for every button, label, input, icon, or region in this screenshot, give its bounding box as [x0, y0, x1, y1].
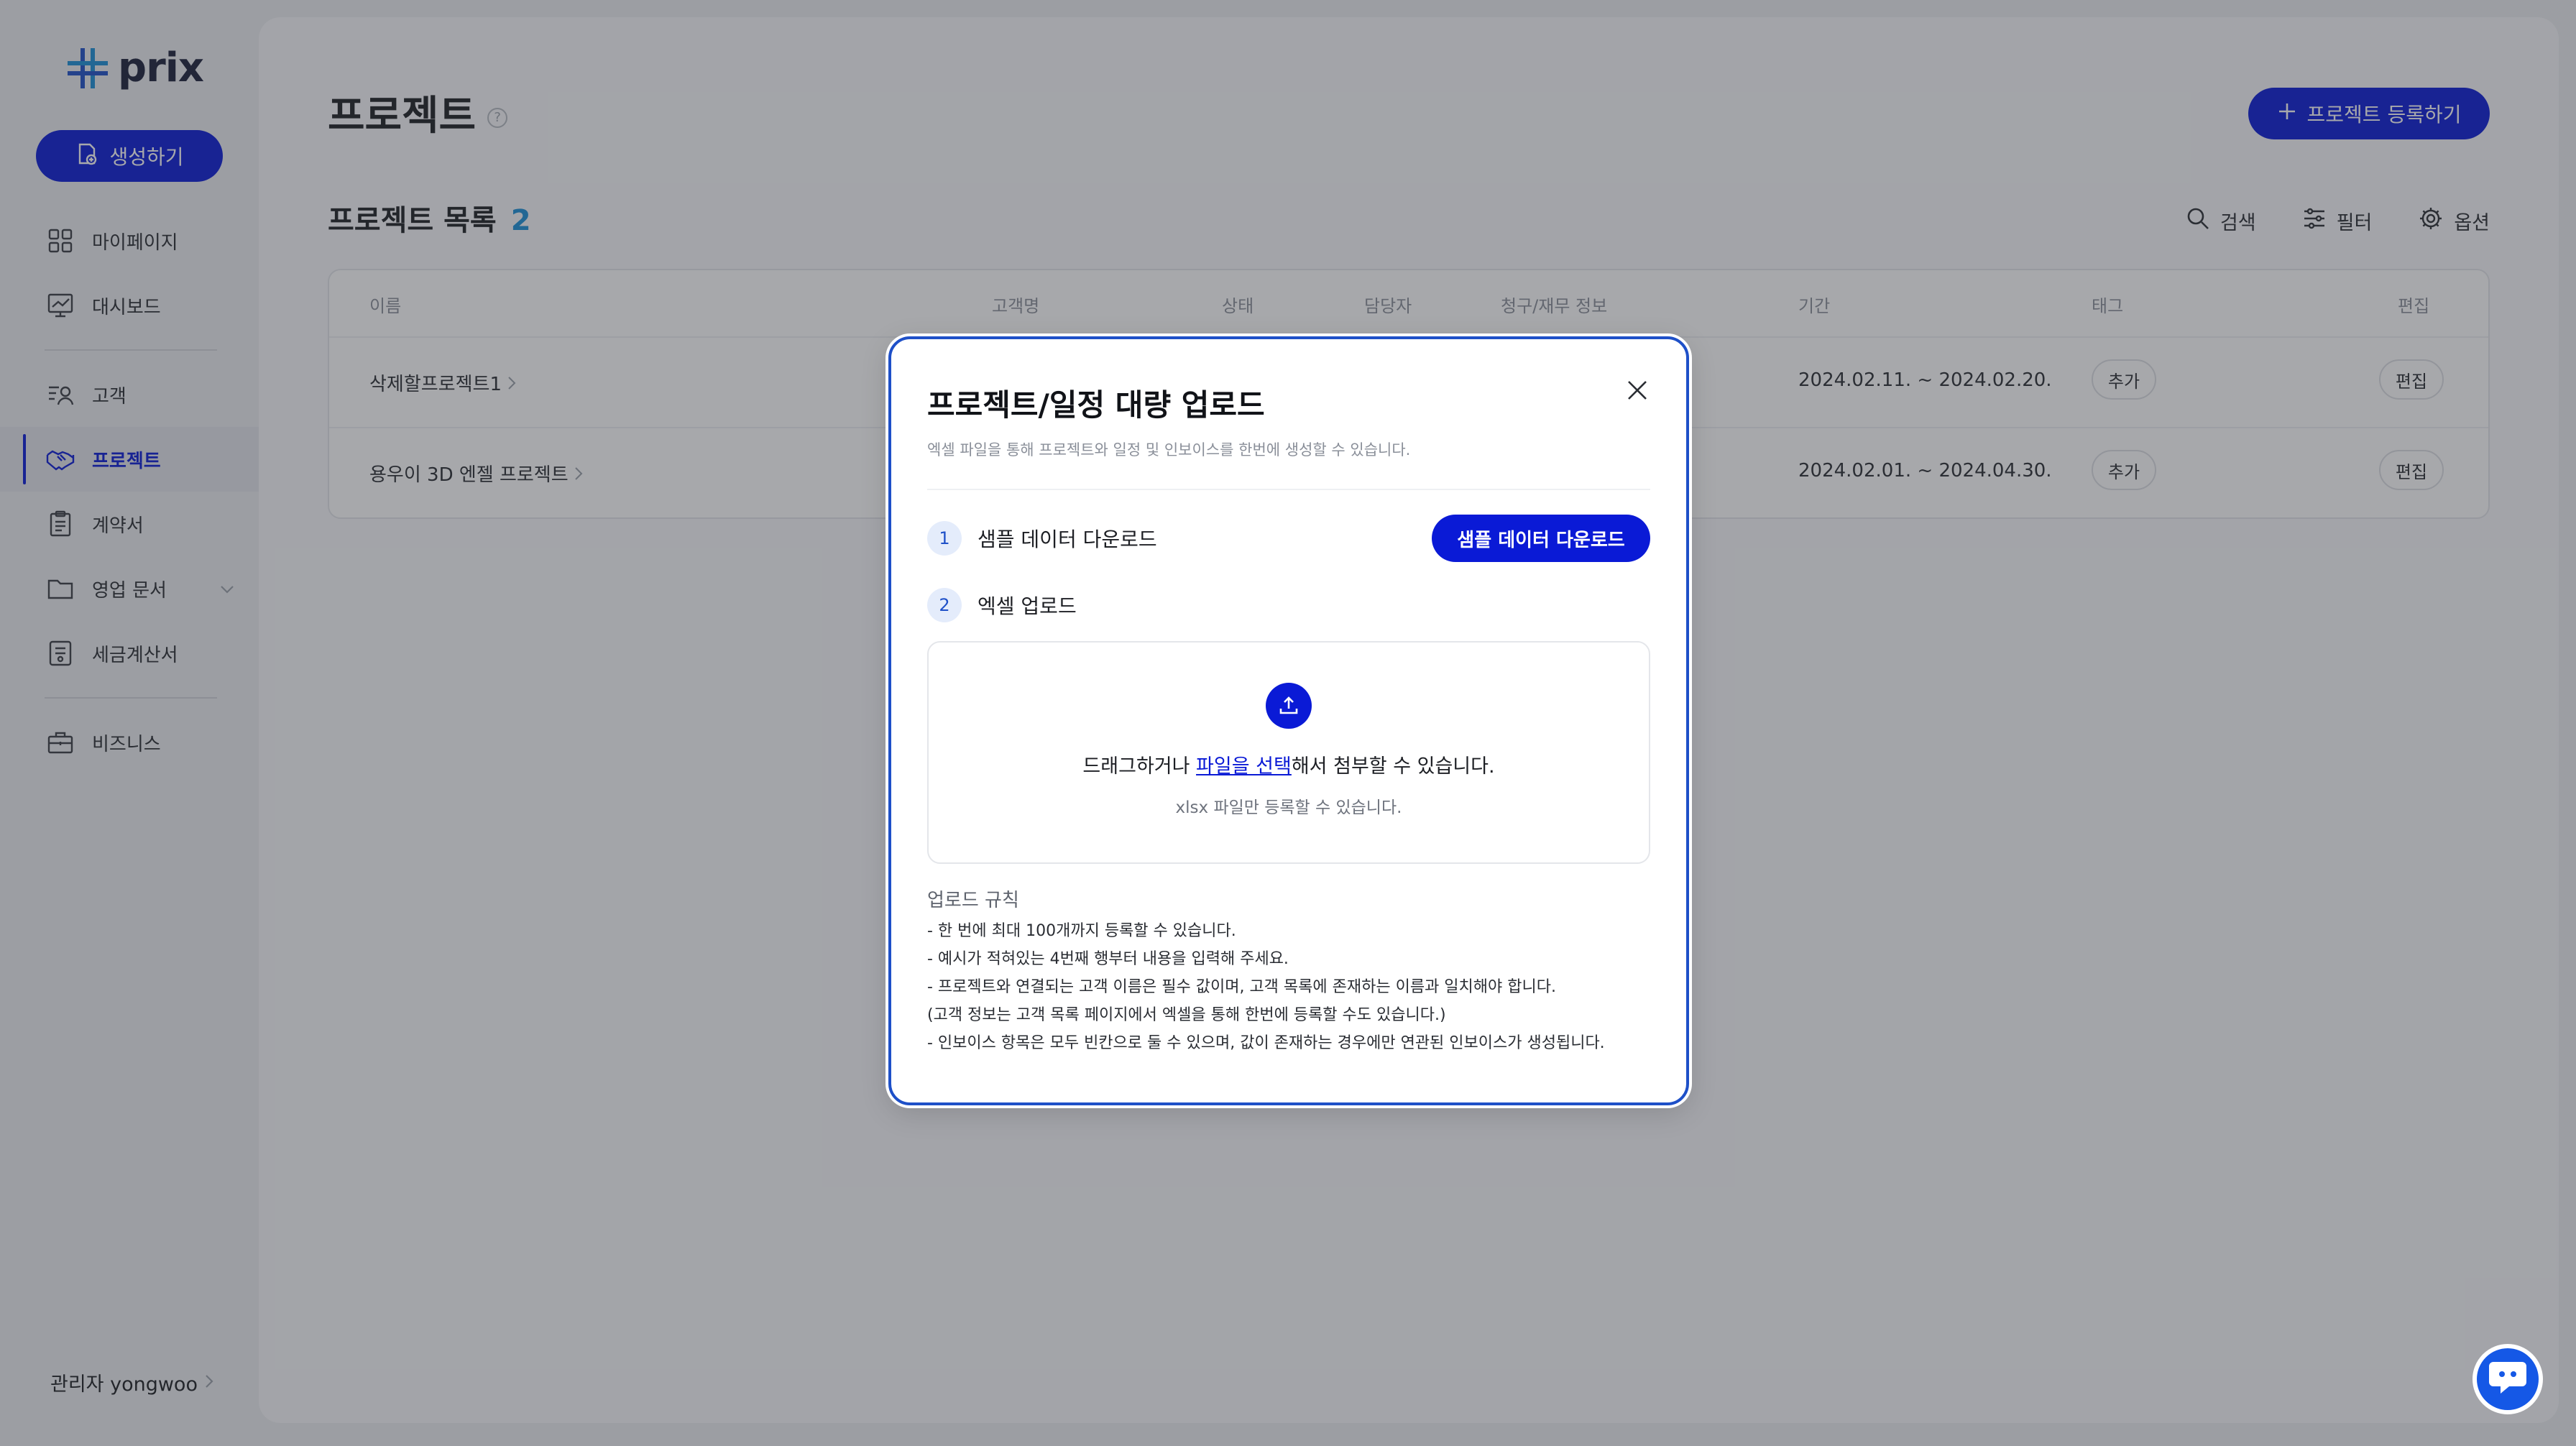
sample-download-button[interactable]: 샘플 데이터 다운로드: [1432, 515, 1650, 562]
upload-rules: - 한 번에 최대 100개까지 등록할 수 있습니다. - 예시가 적혀있는 …: [927, 917, 1605, 1057]
step-excel-upload: 2 엑셀 업로드: [927, 588, 1077, 622]
step-number: 1: [927, 521, 962, 556]
rule-item: (고객 정보는 고객 목록 페이지에서 엑셀을 통해 한번에 등록할 수도 있습…: [927, 1006, 1446, 1024]
step-number: 2: [927, 588, 962, 622]
rule-item: - 프로젝트와 연결되는 고객 이름은 필수 값이며, 고객 목록에 존재하는 …: [927, 978, 1556, 996]
dropzone-text: 드래그하거나 파일을 선택해서 첨부할 수 있습니다.: [929, 750, 1649, 778]
rule-item: - 예시가 적혀있는 4번째 행부터 내용을 입력해 주세요.: [927, 950, 1289, 968]
dropzone-prefix: 드래그하거나: [1082, 755, 1197, 778]
step-sample-download: 1 샘플 데이터 다운로드: [927, 521, 1157, 556]
modal-subtitle: 엑셀 파일을 통해 프로젝트와 일정 및 인보이스를 한번에 생성할 수 있습니…: [927, 441, 1411, 459]
step-label: 샘플 데이터 다운로드: [978, 528, 1157, 551]
file-dropzone[interactable]: 드래그하거나 파일을 선택해서 첨부할 수 있습니다. xlsx 파일만 등록할…: [927, 641, 1650, 864]
chat-support-button[interactable]: [2472, 1344, 2543, 1414]
close-icon: [1627, 379, 1648, 403]
upload-rules-title: 업로드 규칙: [927, 890, 1019, 911]
dropzone-hint: xlsx 파일만 등록할 수 있습니다.: [1175, 798, 1402, 817]
rule-item: - 인보이스 항목은 모두 빈칸으로 둘 수 있으며, 값이 존재하는 경우에만…: [927, 1034, 1605, 1052]
modal-divider: [927, 489, 1650, 490]
step-label: 엑셀 업로드: [978, 594, 1077, 618]
modal-title: 프로젝트/일정 대량 업로드: [927, 387, 1265, 423]
chat-bubble-icon: [2488, 1359, 2528, 1399]
app-root: prix 생성하기 마이페이지 대시보드 고객 프로젝트 계약서 영업 문서 세…: [0, 0, 2576, 1446]
dropzone-suffix: 해서 첨부할 수 있습니다.: [1291, 755, 1495, 778]
select-file-link[interactable]: 파일을 선택: [1196, 755, 1292, 778]
close-button[interactable]: [1617, 371, 1657, 411]
bulk-upload-modal: 프로젝트/일정 대량 업로드 엑셀 파일을 통해 프로젝트와 일정 및 인보이스…: [888, 336, 1689, 1105]
rule-item: - 한 번에 최대 100개까지 등록할 수 있습니다.: [927, 922, 1236, 940]
upload-icon: [1266, 683, 1312, 729]
